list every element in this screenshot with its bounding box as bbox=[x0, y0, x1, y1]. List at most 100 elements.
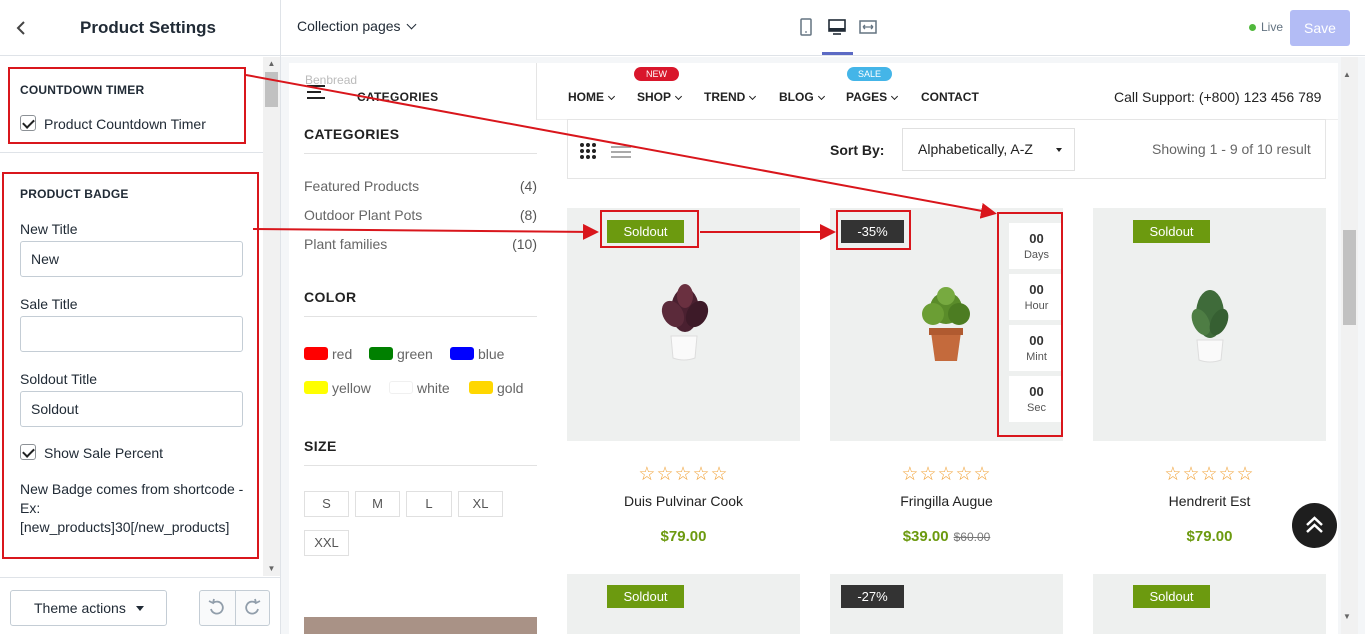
size-option[interactable]: M bbox=[355, 491, 400, 517]
save-button[interactable]: Save bbox=[1290, 10, 1350, 46]
preview-scrollbar[interactable] bbox=[1341, 57, 1358, 634]
theme-actions-label: Theme actions bbox=[34, 600, 126, 616]
list-view-icon[interactable] bbox=[611, 146, 631, 158]
mobile-view-button[interactable] bbox=[796, 17, 816, 37]
sidebar-scrollbar[interactable] bbox=[263, 57, 280, 576]
live-status-label: Live bbox=[1261, 20, 1284, 34]
chevron-down-icon bbox=[607, 92, 616, 101]
live-status-dot bbox=[1249, 24, 1256, 31]
rating-stars: ☆☆☆☆☆ bbox=[901, 464, 992, 485]
back-to-top-button[interactable] bbox=[1292, 503, 1337, 548]
size-option[interactable]: L bbox=[406, 491, 452, 517]
chevron-down-icon bbox=[891, 92, 899, 101]
category-item[interactable]: Featured Products (4) bbox=[304, 178, 537, 194]
sort-select[interactable]: Alphabetically, A-Z bbox=[902, 128, 1075, 171]
nav-trend[interactable]: TREND bbox=[704, 90, 757, 104]
grid-view-icon[interactable] bbox=[580, 143, 598, 161]
product-price: $79.00 bbox=[660, 528, 707, 545]
editor-topbar: Collection pages Live Save bbox=[281, 0, 1365, 56]
desktop-icon bbox=[828, 19, 846, 35]
size-option[interactable]: S bbox=[304, 491, 349, 517]
nav-trend-label: TREND bbox=[704, 90, 746, 104]
sidebar-footer: Theme actions bbox=[0, 577, 280, 634]
chevron-left-icon bbox=[16, 21, 25, 35]
annotation-box bbox=[997, 212, 1063, 437]
active-view-indicator bbox=[822, 52, 853, 55]
category-count: (4) bbox=[519, 178, 537, 194]
hamburger-icon[interactable] bbox=[307, 85, 325, 99]
mobile-icon bbox=[800, 18, 812, 36]
annotation-box bbox=[836, 210, 911, 250]
scroll-down-icon[interactable]: ▼ bbox=[265, 564, 278, 574]
sidebar-title: Product Settings bbox=[80, 18, 217, 37]
expand-horizontal-icon bbox=[859, 20, 877, 34]
categories-menu-label[interactable]: CATEGORIES bbox=[357, 90, 438, 104]
chevron-down-icon bbox=[817, 92, 825, 101]
rating-stars: ☆☆☆☆☆ bbox=[638, 464, 729, 485]
category-name: Plant families bbox=[304, 236, 388, 252]
scroll-up-icon[interactable]: ▲ bbox=[1343, 70, 1351, 79]
fullwidth-view-button[interactable] bbox=[858, 17, 878, 37]
plant-image bbox=[922, 287, 970, 361]
main-nav: HOME SHOP NEW TREND BLOG PAGES SALE CONT… bbox=[537, 63, 1338, 120]
product-badge: Soldout bbox=[607, 585, 684, 608]
category-item[interactable]: Plant families (10) bbox=[304, 236, 537, 252]
divider bbox=[304, 316, 537, 317]
new-tag: NEW bbox=[634, 67, 679, 81]
undo-button[interactable] bbox=[206, 597, 228, 619]
product-badge: Soldout bbox=[1133, 585, 1210, 608]
sale-tag: SALE bbox=[847, 67, 892, 81]
double-chevron-up-icon bbox=[1306, 516, 1323, 533]
nav-shop[interactable]: SHOP bbox=[637, 90, 683, 104]
store-preview: Benbread CATEGORIES HOME SHOP NEW TREND … bbox=[281, 57, 1365, 634]
size-option[interactable]: XL bbox=[458, 491, 503, 517]
redo-button[interactable] bbox=[241, 597, 263, 619]
sidebar-banner-image bbox=[304, 617, 537, 634]
category-item[interactable]: Outdoor Plant Pots (8) bbox=[304, 207, 537, 223]
scroll-up-icon[interactable]: ▲ bbox=[265, 59, 278, 69]
undo-icon bbox=[208, 598, 224, 615]
color-name: yellow bbox=[332, 380, 371, 396]
product-name[interactable]: Fringilla Augue bbox=[830, 493, 1063, 509]
desktop-view-button[interactable] bbox=[827, 17, 847, 37]
scroll-down-icon[interactable]: ▼ bbox=[1343, 612, 1351, 621]
back-button[interactable] bbox=[10, 16, 34, 40]
support-phone: Call Support: (+800) 123 456 789 bbox=[1114, 89, 1322, 105]
divider bbox=[304, 153, 537, 154]
caret-down-icon bbox=[1056, 148, 1062, 152]
theme-actions-button[interactable]: Theme actions bbox=[10, 590, 167, 626]
preview-scroll-thumb[interactable] bbox=[1343, 230, 1356, 325]
nav-home-label: HOME bbox=[568, 90, 604, 104]
nav-home[interactable]: HOME bbox=[568, 90, 616, 104]
chevron-down-icon bbox=[674, 92, 683, 101]
categories-filter-title: CATEGORIES bbox=[304, 126, 400, 142]
nav-shop-label: SHOP bbox=[637, 90, 672, 104]
category-count: (10) bbox=[512, 236, 537, 252]
results-count: Showing 1 - 9 of 10 result bbox=[1152, 141, 1311, 157]
categories-menu-bar: Benbread CATEGORIES bbox=[289, 63, 537, 120]
product-price: $39.00 bbox=[902, 528, 949, 545]
nav-pages-label: PAGES bbox=[846, 90, 888, 104]
category-name: Outdoor Plant Pots bbox=[304, 207, 423, 223]
color-name: blue bbox=[478, 346, 505, 362]
product-price-row: $39.00 $60.00 bbox=[830, 528, 1063, 545]
color-name: white bbox=[417, 380, 450, 396]
divider bbox=[304, 465, 537, 466]
collection-pages-label: Collection pages bbox=[297, 18, 401, 34]
sidebar-header: Product Settings bbox=[0, 0, 280, 56]
nav-contact[interactable]: CONTACT bbox=[921, 90, 979, 104]
collection-pages-dropdown[interactable]: Collection pages bbox=[297, 18, 416, 34]
chevron-down-icon bbox=[406, 19, 416, 30]
product-name[interactable]: Duis Pulvinar Cook bbox=[567, 493, 800, 509]
rating-stars: ☆☆☆☆☆ bbox=[1164, 464, 1255, 485]
color-filter-title: COLOR bbox=[304, 289, 357, 305]
size-filter-title: SIZE bbox=[304, 438, 337, 454]
nav-blog[interactable]: BLOG bbox=[779, 90, 825, 104]
nav-pages[interactable]: PAGES bbox=[846, 90, 899, 104]
sidebar-scroll-thumb[interactable] bbox=[265, 72, 278, 107]
redo-icon bbox=[245, 598, 261, 615]
size-option[interactable]: XXL bbox=[304, 530, 349, 556]
color-name: gold bbox=[497, 380, 524, 396]
chevron-down-icon bbox=[749, 92, 757, 101]
undo-redo-group bbox=[199, 590, 270, 626]
